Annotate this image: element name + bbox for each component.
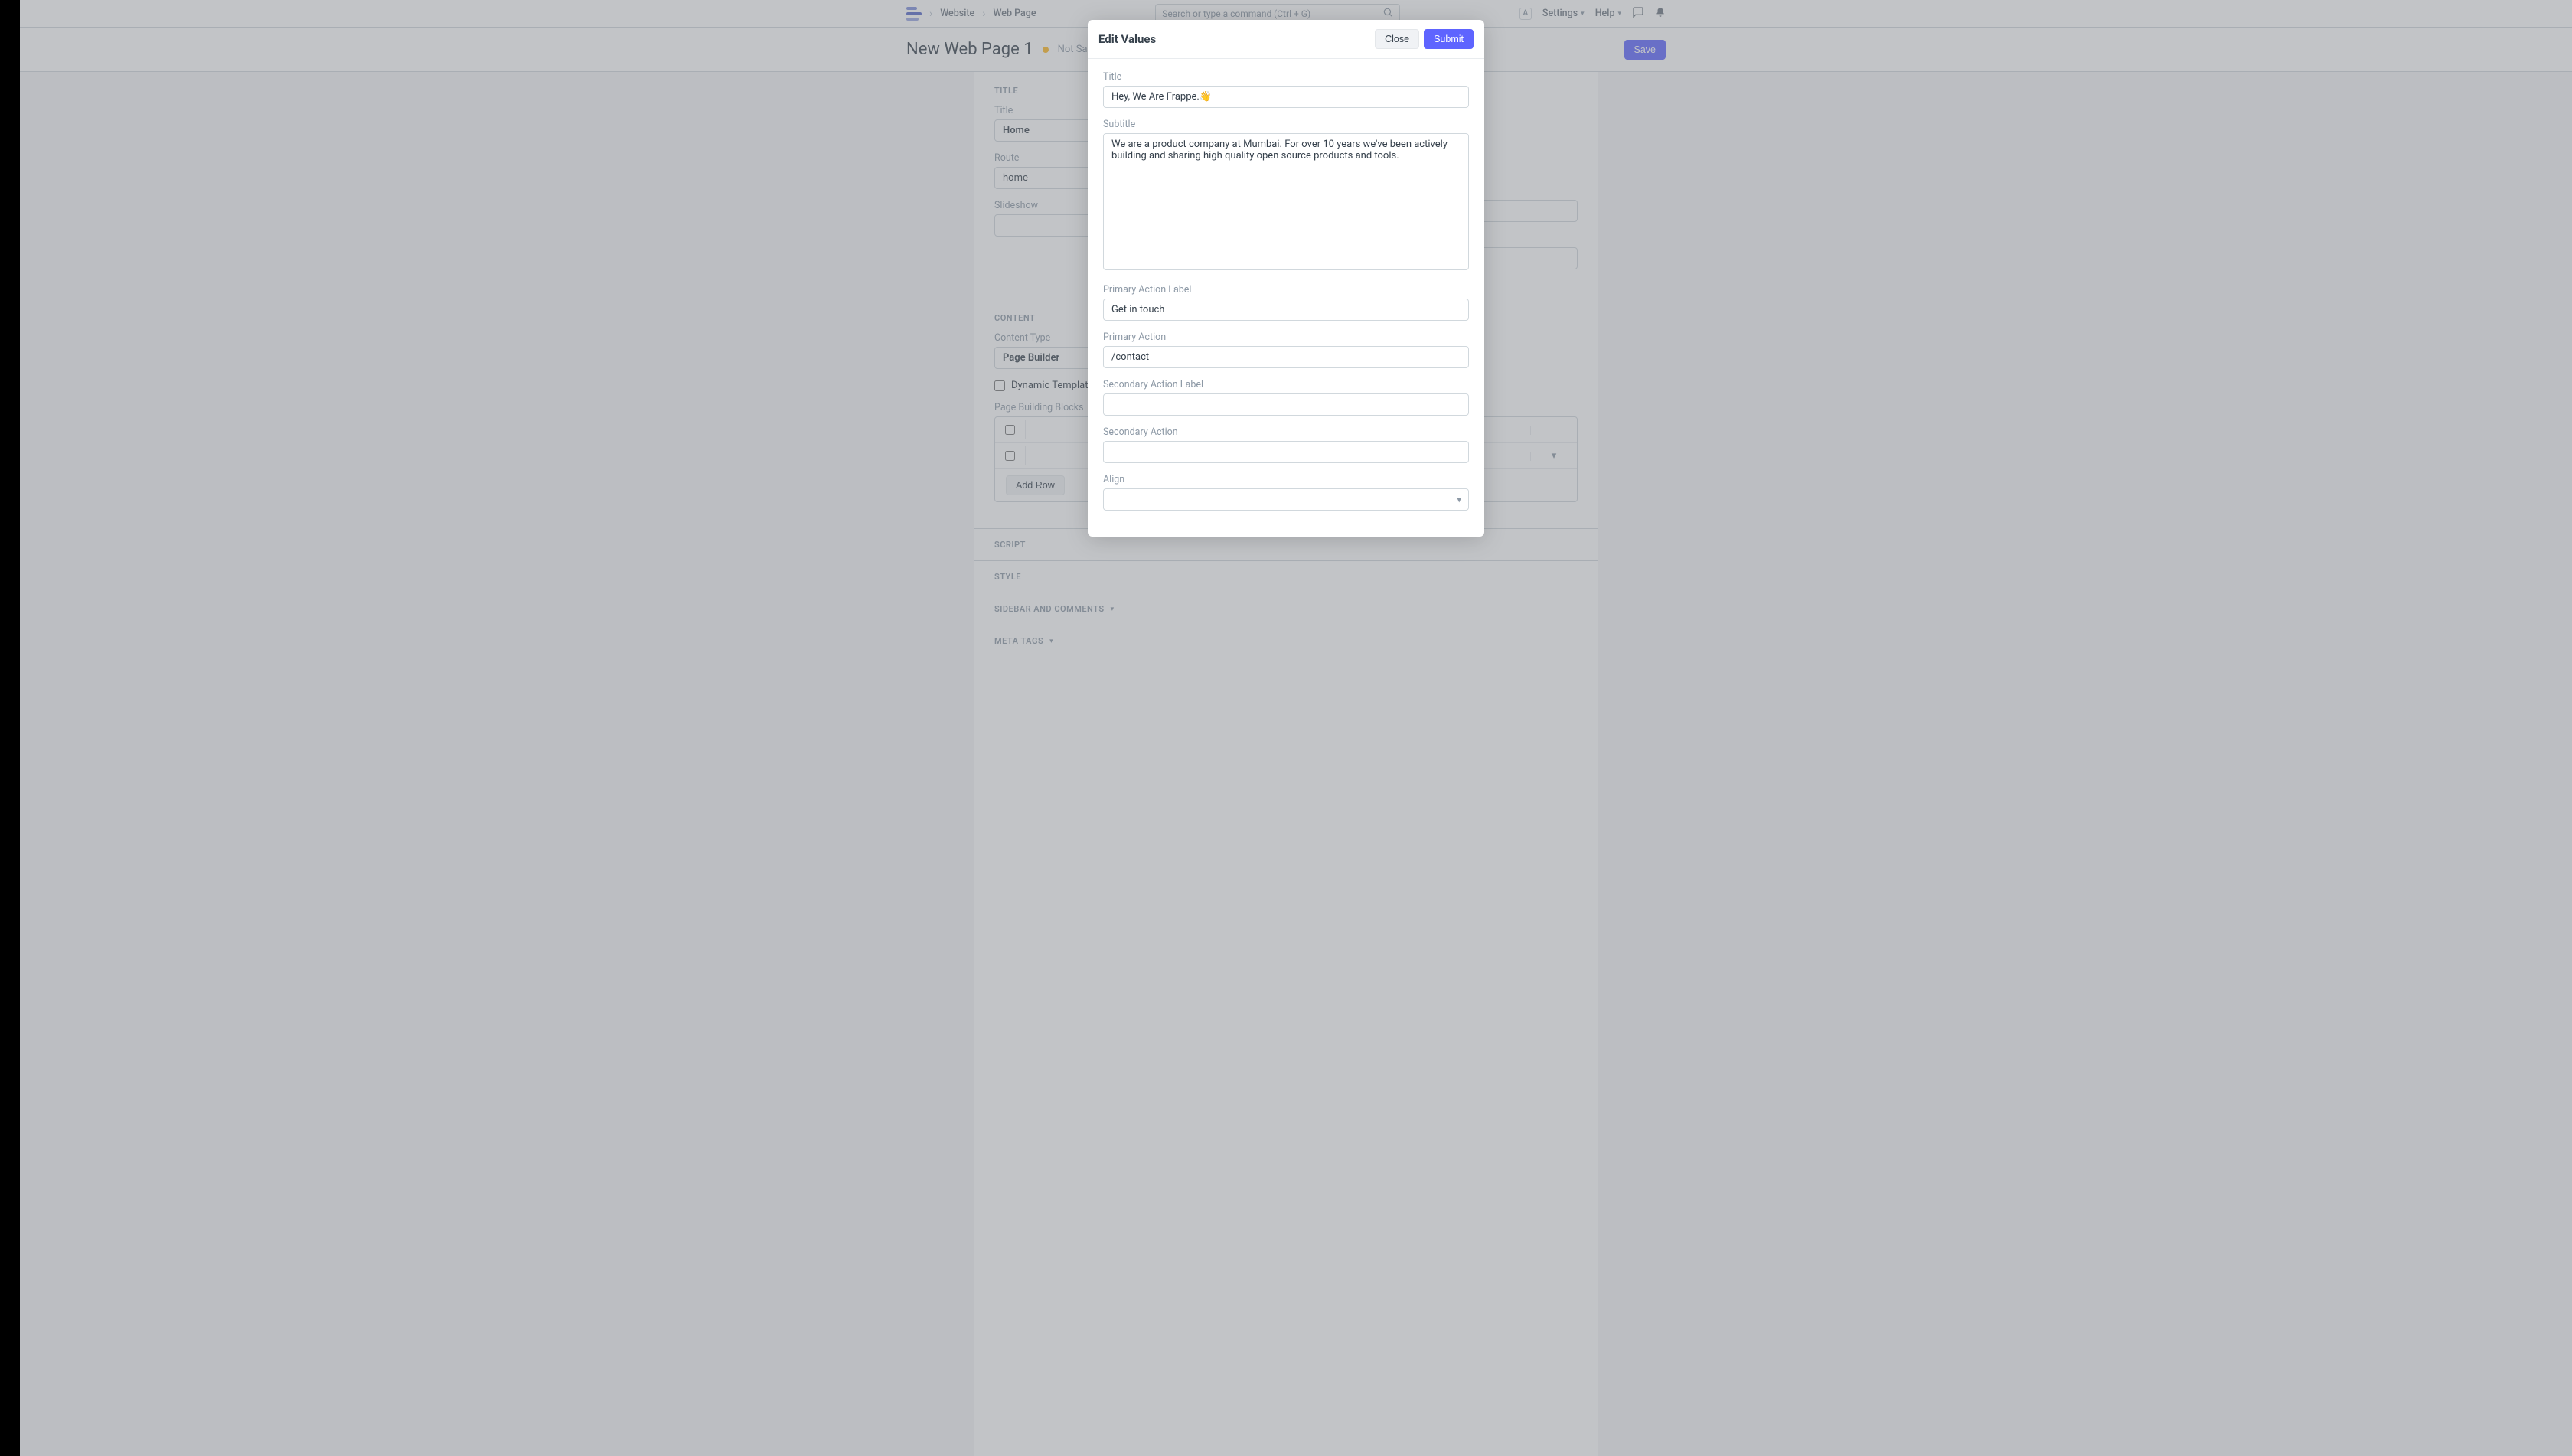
submit-button[interactable]: Submit [1424,29,1474,49]
field-label-secondary-action: Secondary Action [1103,426,1469,438]
edit-values-modal: Edit Values Close Submit Title Subtitle … [1088,20,1484,537]
field-label-modal-title: Title [1103,71,1469,83]
left-black-strip [0,0,20,1456]
align-select[interactable] [1103,488,1469,511]
subtitle-field[interactable] [1103,133,1469,270]
field-label-align: Align [1103,474,1469,485]
modal-title-field[interactable] [1103,86,1469,108]
field-label-secondary-action-label: Secondary Action Label [1103,379,1469,390]
field-label-subtitle: Subtitle [1103,119,1469,130]
primary-action-field[interactable] [1103,346,1469,368]
primary-action-label-field[interactable] [1103,299,1469,321]
field-label-primary-action-label: Primary Action Label [1103,284,1469,295]
secondary-action-field[interactable] [1103,441,1469,463]
secondary-action-label-field[interactable] [1103,393,1469,416]
field-label-primary-action: Primary Action [1103,331,1469,343]
modal-title: Edit Values [1098,32,1156,46]
close-button[interactable]: Close [1375,29,1419,49]
